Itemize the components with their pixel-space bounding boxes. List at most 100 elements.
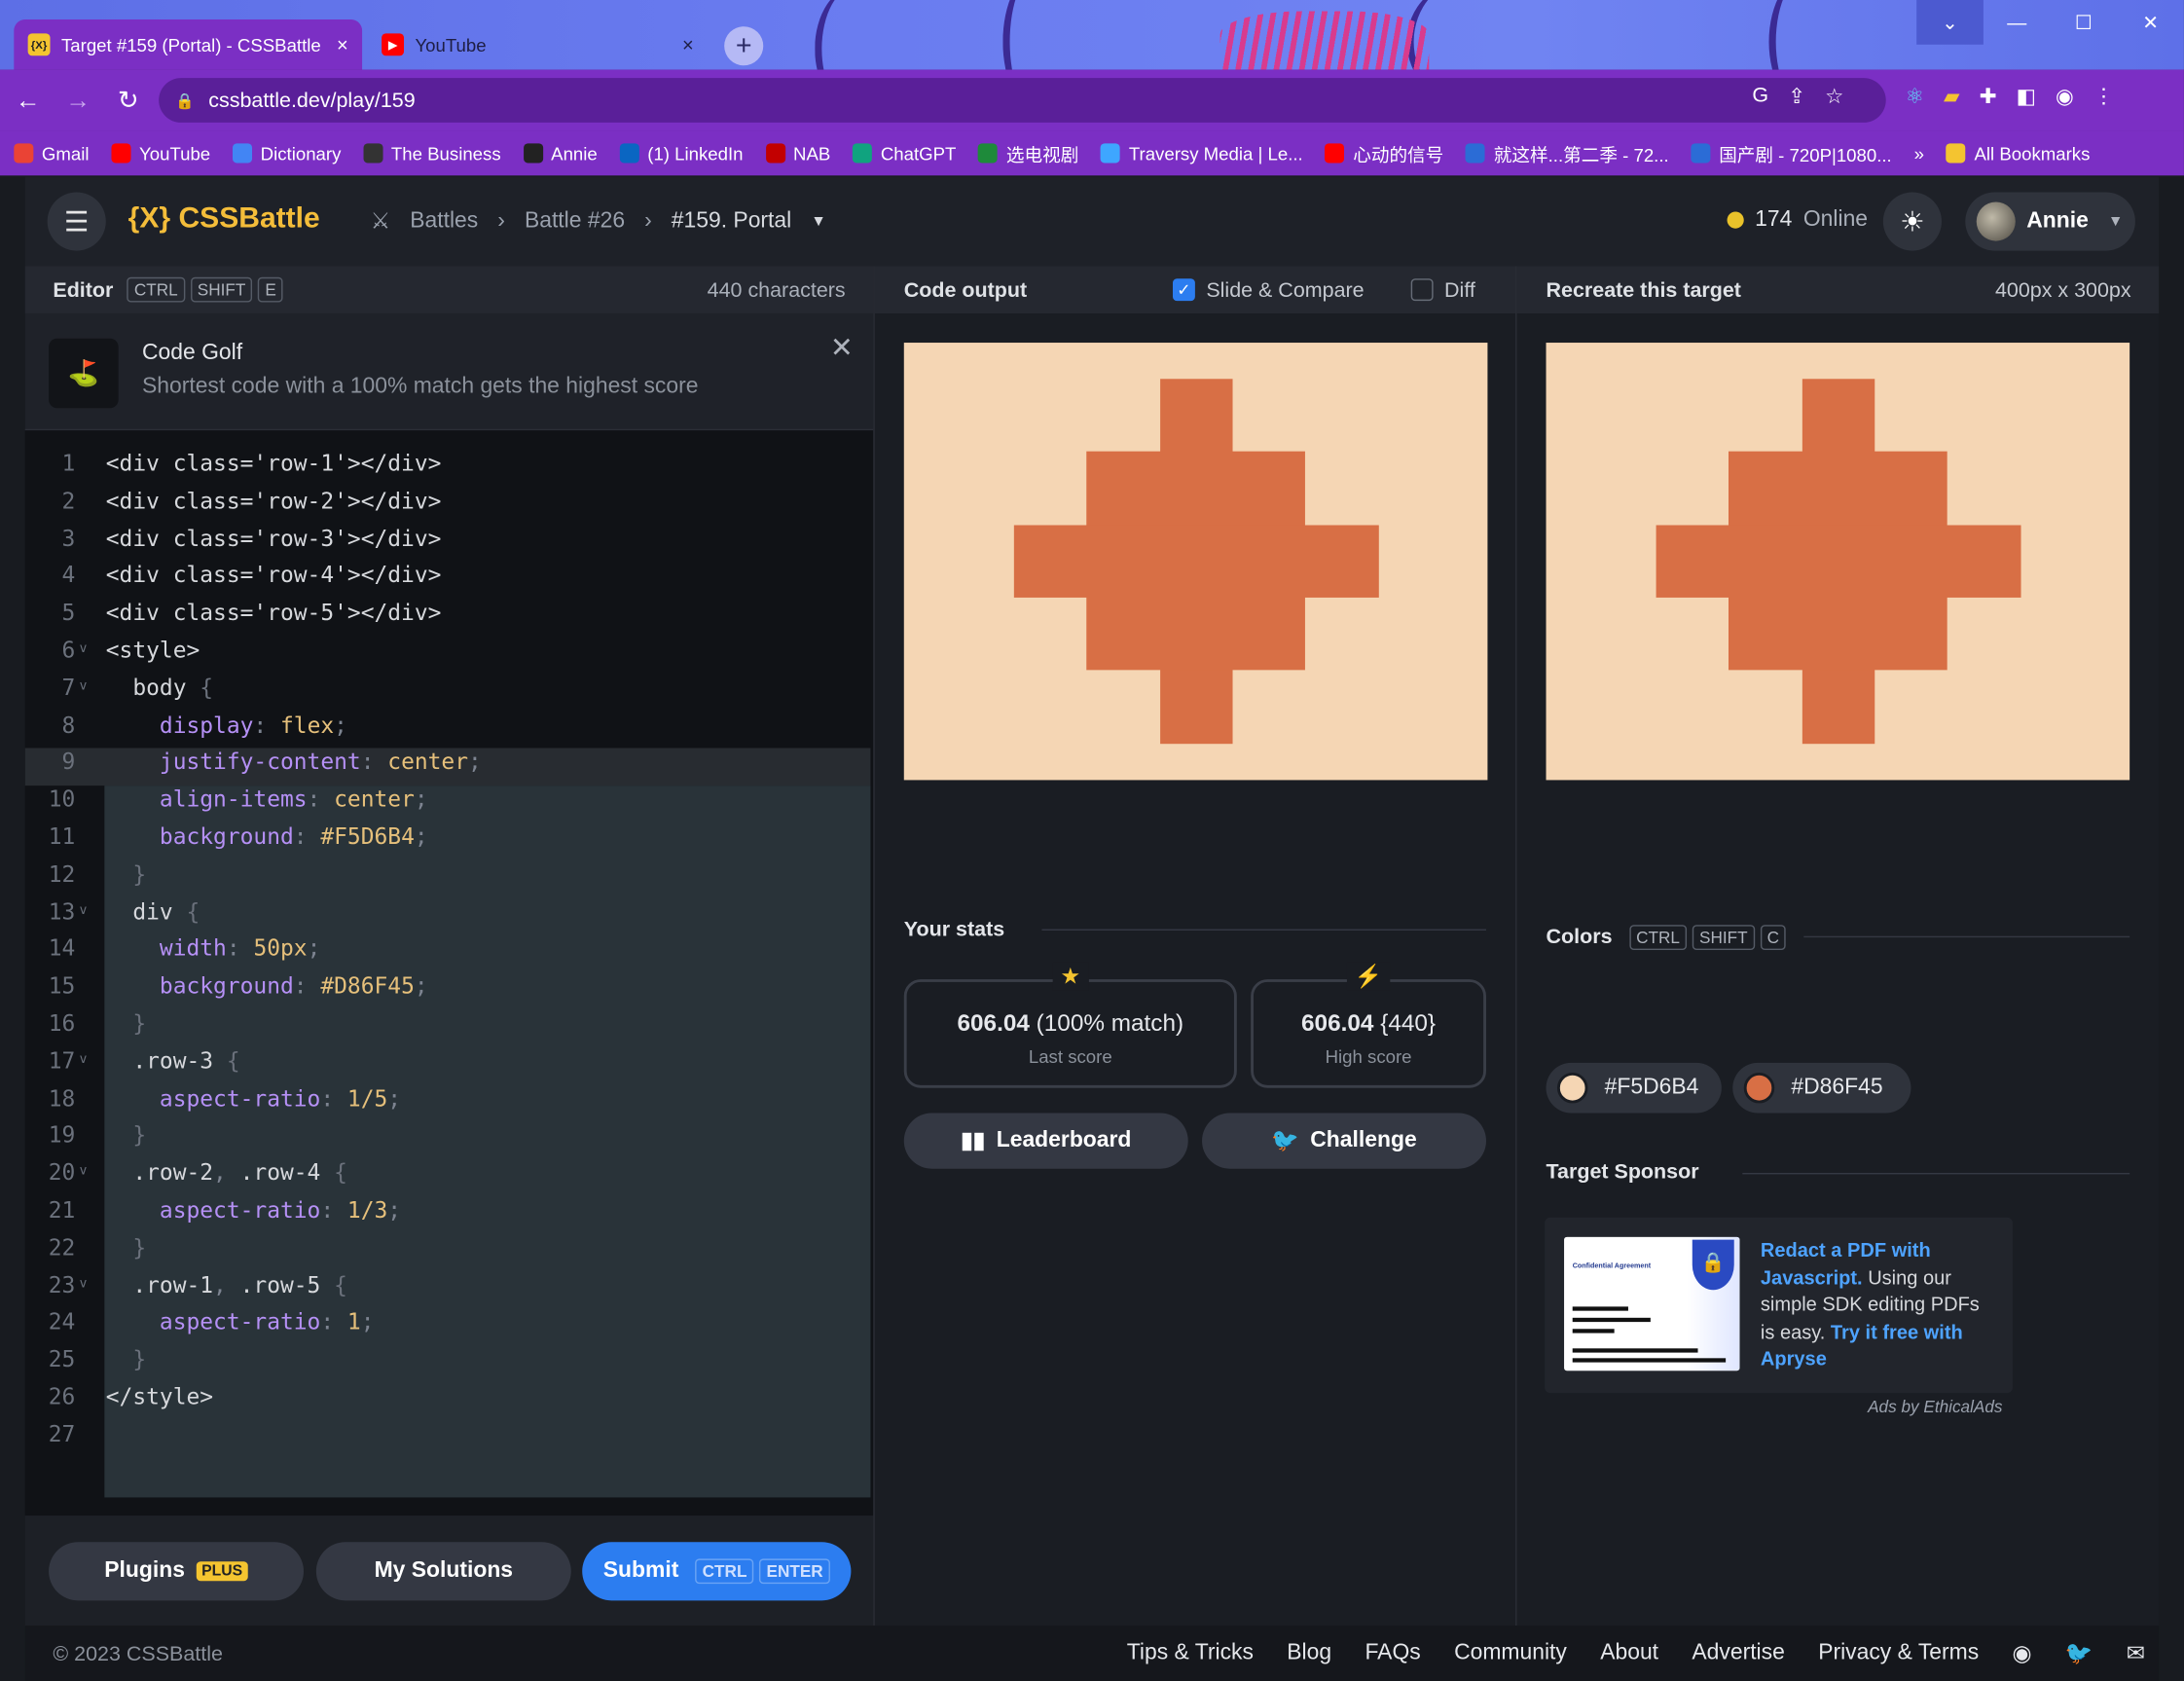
bookmark-item[interactable]: Traversy Media | Le... [1101, 143, 1303, 164]
bookmark-item[interactable]: ChatGPT [853, 143, 956, 164]
code-line[interactable]: 16 } [25, 1005, 146, 1042]
code-line[interactable]: 9 justify-content: center; [25, 743, 482, 781]
tab-cssbattle[interactable]: {X} Target #159 (Portal) - CSSBattle × [14, 19, 363, 70]
close-icon[interactable]: ✕ [830, 330, 854, 365]
code-line[interactable]: 25 } [25, 1340, 146, 1378]
forward-arrow-icon[interactable]: → [55, 78, 100, 123]
bookmark-item[interactable]: NAB [765, 143, 830, 164]
code-line[interactable]: 2 <div class='row-2'></div> [25, 482, 441, 520]
footer-link-about[interactable]: About [1600, 1641, 1658, 1666]
extension-icon[interactable]: ▰ [1944, 84, 1960, 108]
user-menu-button[interactable]: Annie ▼ [1965, 192, 2135, 251]
bookmark-item[interactable]: Annie [523, 143, 598, 164]
share-icon[interactable]: ⇪ [1788, 84, 1805, 108]
code-line[interactable]: 4 <div class='row-4'></div> [25, 557, 441, 595]
code-line[interactable]: 21 aspect-ratio: 1/3; [25, 1191, 401, 1229]
tab-search-button[interactable]: ⌄ [1916, 0, 1984, 45]
new-tab-button[interactable]: + [724, 26, 764, 66]
sponsor-ad[interactable]: Confidential Agreement 🔒 Redact a PDF wi… [1545, 1217, 2013, 1394]
bookmark-item[interactable]: 选电视剧 [978, 140, 1078, 166]
submit-button[interactable]: Submit CTRL ENTER [582, 1542, 852, 1601]
footer-link-faqs[interactable]: FAQs [1365, 1641, 1420, 1666]
slide-compare-checkbox[interactable]: ✓ Slide & Compare [1172, 278, 1365, 302]
code-line[interactable]: 27 [25, 1415, 106, 1453]
back-arrow-icon[interactable]: ← [6, 78, 51, 123]
ads-by-ethicalads[interactable]: Ads by EthicalAds [1868, 1397, 2002, 1416]
fold-chevron-icon[interactable]: v [75, 669, 105, 707]
maximize-button[interactable]: ☐ [2051, 0, 2118, 45]
chevron-down-icon[interactable]: ▼ [811, 213, 826, 230]
bookmark-item[interactable]: 国产剧 - 720P|1080... [1691, 140, 1892, 166]
side-panel-icon[interactable]: ◧ [2017, 84, 2036, 108]
code-line[interactable]: 1 <div class='row-1'></div> [25, 445, 441, 483]
minimize-button[interactable]: — [1984, 0, 2051, 45]
react-devtools-icon[interactable]: ⚛ [1906, 84, 1924, 108]
code-output-canvas[interactable] [903, 343, 1488, 781]
code-line[interactable]: 10 align-items: center; [25, 781, 428, 819]
code-line[interactable]: 8 display: flex; [25, 706, 347, 744]
challenge-button[interactable]: 🐦 Challenge [1202, 1113, 1486, 1169]
plugins-button[interactable]: Plugins PLUS [49, 1542, 304, 1601]
fold-chevron-icon[interactable]: v [75, 631, 105, 669]
bookmark-item[interactable]: Gmail [14, 143, 90, 164]
code-line[interactable]: 22 } [25, 1228, 146, 1266]
code-line[interactable]: 18 aspect-ratio: 1/5; [25, 1079, 401, 1117]
address-bar[interactable]: 🔒 cssbattle.dev/play/159 [159, 78, 1886, 123]
close-window-button[interactable]: ✕ [2117, 0, 2184, 45]
code-line[interactable]: 7v body { [25, 669, 213, 707]
footer-link-advertise[interactable]: Advertise [1692, 1641, 1784, 1666]
bookmark-item[interactable]: 心动的信号 [1325, 140, 1443, 166]
bookmark-item[interactable]: 就这样...第二季 - 72... [1466, 140, 1669, 166]
tab-youtube[interactable]: ▶ YouTube × [368, 19, 708, 70]
color-chip-fg[interactable]: #D86F45 [1732, 1062, 1911, 1114]
code-line[interactable]: 6 v <style> [25, 631, 200, 669]
cssbattle-logo[interactable]: {X} CSSBattle [128, 202, 320, 236]
code-line[interactable]: 26 </style> [25, 1377, 213, 1415]
bookmark-item[interactable]: Dictionary [233, 143, 341, 164]
bookmark-star-icon[interactable]: ☆ [1825, 84, 1843, 108]
bookmark-item[interactable]: The Business [363, 143, 501, 164]
fold-chevron-icon[interactable]: v [75, 1265, 105, 1303]
my-solutions-button[interactable]: My Solutions [315, 1542, 571, 1601]
footer-link-community[interactable]: Community [1454, 1641, 1567, 1666]
tab-close-icon[interactable]: × [337, 33, 348, 55]
code-line[interactable]: 19 } [25, 1116, 146, 1154]
code-line[interactable]: 5 <div class='row-5'></div> [25, 594, 441, 632]
google-icon[interactable]: G [1752, 84, 1768, 109]
bookmark-item[interactable]: YouTube [111, 143, 210, 164]
code-line[interactable]: 17 v .row-3 { [25, 1041, 240, 1079]
breadcrumb-target[interactable]: #159. Portal [672, 209, 791, 235]
code-line[interactable]: 14 width: 50px; [25, 930, 321, 968]
code-line[interactable]: 15 background: #D86F45; [25, 967, 428, 1005]
code-line[interactable]: 3 <div class='row-3'></div> [25, 519, 441, 557]
fold-chevron-icon[interactable]: v [75, 1041, 105, 1079]
breadcrumb-battles[interactable]: Battles [410, 209, 478, 235]
fold-chevron-icon[interactable]: v [75, 893, 105, 931]
mail-icon[interactable]: ✉ [2127, 1639, 2145, 1667]
code-line[interactable]: 24 aspect-ratio: 1; [25, 1303, 375, 1341]
code-line[interactable]: 11 background: #F5D6B4; [25, 818, 428, 856]
footer-link-privacy[interactable]: Privacy & Terms [1818, 1641, 1979, 1666]
fold-chevron-icon[interactable]: v [75, 1153, 105, 1191]
code-line[interactable]: 20 v .row-2, .row-4 { [25, 1153, 347, 1191]
footer-link-blog[interactable]: Blog [1287, 1641, 1331, 1666]
footer-link-tips[interactable]: Tips & Tricks [1127, 1641, 1254, 1666]
code-line[interactable]: 12 } [25, 855, 146, 893]
reload-icon[interactable]: ↻ [106, 78, 151, 123]
twitter-icon[interactable]: 🐦 [2065, 1639, 2093, 1667]
breadcrumb-battle[interactable]: Battle #26 [525, 209, 625, 235]
code-editor[interactable]: 1 <div class='row-1'></div> 2 <div class='r… [24, 430, 874, 1517]
menu-hamburger-icon[interactable]: ☰ [47, 192, 106, 251]
color-chip-bg[interactable]: #F5D6B4 [1546, 1062, 1722, 1114]
code-line[interactable]: 23 v .row-1, .row-5 { [25, 1265, 347, 1303]
browser-menu-icon[interactable]: ⋮ [2093, 84, 2114, 108]
profile-avatar-icon[interactable]: ◉ [2056, 84, 2074, 108]
leaderboard-button[interactable]: ▮▮ Leaderboard [903, 1113, 1188, 1169]
discord-icon[interactable]: ◉ [2013, 1639, 2032, 1667]
more-bookmarks-button[interactable]: » [1914, 143, 1924, 164]
diff-checkbox[interactable]: Diff [1410, 278, 1475, 302]
tab-close-icon[interactable]: × [682, 33, 694, 55]
bookmark-item[interactable]: (1) LinkedIn [619, 143, 744, 164]
code-line[interactable]: 13 v div { [25, 893, 200, 931]
puzzle-icon[interactable]: ✚ [1980, 84, 1997, 108]
